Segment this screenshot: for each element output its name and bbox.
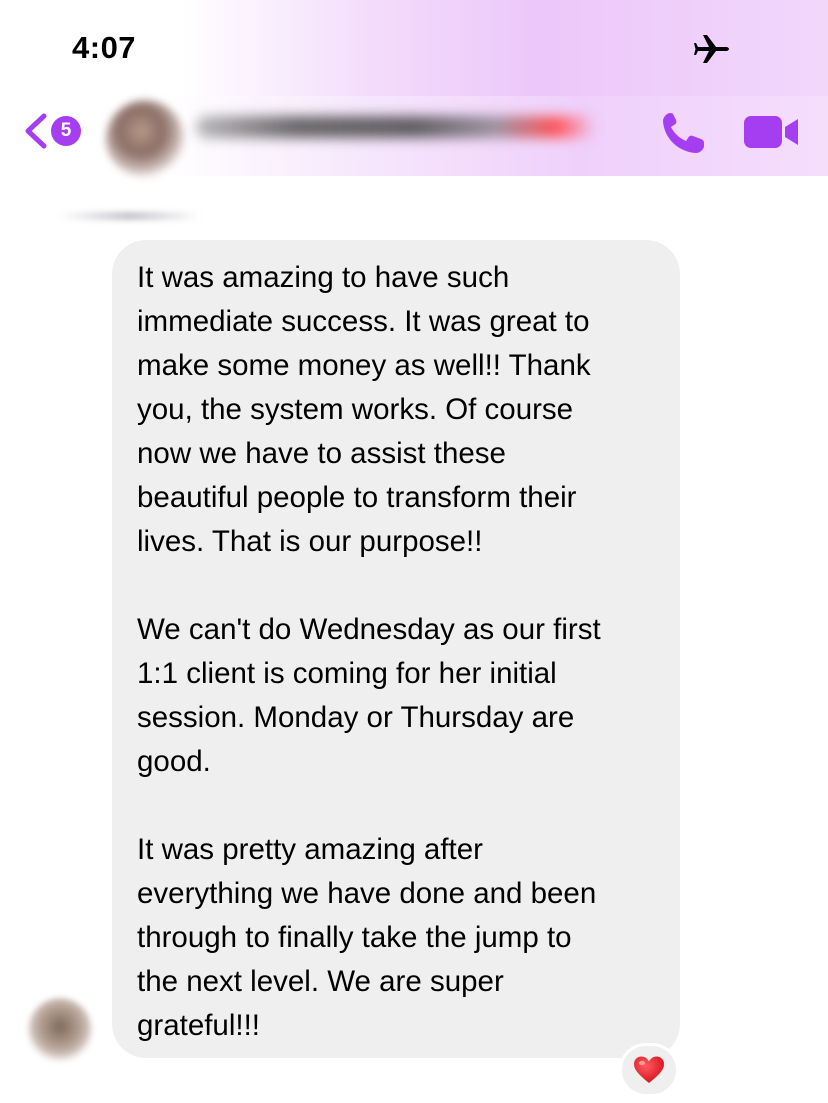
message-bubble[interactable]: It was amazing to have such immediate su… [112, 240, 680, 1058]
video-camera-icon[interactable] [742, 112, 800, 152]
heart-reaction[interactable] [619, 1043, 679, 1097]
message-paragraph-1: It was amazing to have such immediate su… [137, 261, 591, 558]
airplane-icon [694, 35, 729, 63]
phone-icon[interactable] [658, 108, 710, 158]
contact-name-redacted[interactable] [196, 116, 596, 138]
status-bar: 4:07 [0, 0, 828, 96]
status-time: 4:07 [72, 30, 137, 65]
message-paragraph-2: We can't do Wednesday as our first 1:1 c… [137, 613, 601, 778]
contact-avatar[interactable] [106, 100, 184, 178]
unread-count-badge[interactable]: 5 [51, 116, 81, 146]
chevron-left-icon[interactable] [22, 113, 52, 149]
sender-avatar[interactable] [28, 998, 92, 1062]
message-paragraph-3: It was pretty amazing after everything w… [137, 833, 597, 1042]
heart-icon [634, 1056, 664, 1083]
sender-name-redacted [60, 212, 200, 220]
